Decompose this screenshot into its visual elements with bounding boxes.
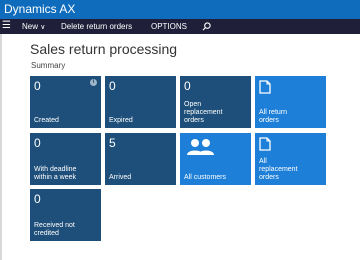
tile-expired[interactable]: 0 Expired (105, 76, 176, 128)
document-icon (259, 137, 271, 151)
tile-arrived[interactable]: 5 Arrived (105, 133, 176, 185)
info-icon: i (90, 79, 97, 86)
tile-count: 0 (109, 79, 116, 93)
tile-count: 5 (109, 136, 116, 150)
people-icon (187, 139, 214, 155)
delete-return-orders-button[interactable]: Delete return orders (61, 19, 132, 34)
tile-open-replacement-orders[interactable]: 0 Open replacement orders (180, 76, 251, 128)
tile-label: Arrived (109, 174, 132, 181)
tile-label: Open replacement orders (184, 101, 223, 124)
tile-all-customers[interactable]: All customers (180, 133, 251, 185)
tile-all-replacement-orders[interactable]: All replacement orders (255, 133, 326, 185)
tile-label: All return orders (259, 109, 288, 124)
tile-label: Expired (109, 117, 133, 124)
search-icon[interactable] (202, 22, 211, 31)
tile-created[interactable]: 0 i Created (30, 76, 101, 128)
page-edge-divider (0, 34, 2, 260)
tile-count: 0 (34, 79, 41, 93)
new-button[interactable]: New ∨ (22, 19, 45, 35)
tile-with-deadline-within-a-week[interactable]: 0 With deadline within a week (30, 133, 101, 185)
tile-received-not-credited[interactable]: 0 Received not credited (30, 189, 101, 241)
action-bar: ☰ New ∨ Delete return orders OPTIONS (0, 19, 360, 34)
tile-label: All replacement orders (259, 158, 298, 181)
tile-label: Received not credited (34, 222, 75, 237)
document-icon (259, 80, 271, 94)
tile-count: 0 (34, 136, 41, 150)
page-title: Sales return processing (30, 41, 178, 57)
app-title: Dynamics AX (4, 2, 76, 16)
tile-label: With deadline within a week (34, 166, 77, 181)
hamburger-menu-icon[interactable]: ☰ (2, 19, 12, 34)
section-label: Summary (31, 61, 66, 70)
options-tab[interactable]: OPTIONS (151, 19, 187, 34)
tile-count: 0 (184, 79, 191, 93)
tile-count: 0 (34, 192, 41, 206)
app-title-bar: Dynamics AX (0, 0, 360, 19)
new-button-label: New (22, 22, 39, 31)
tile-label: All customers (184, 174, 227, 181)
tile-all-return-orders[interactable]: All return orders (255, 76, 326, 128)
chevron-down-icon: ∨ (40, 24, 46, 31)
tile-label: Created (34, 117, 59, 124)
